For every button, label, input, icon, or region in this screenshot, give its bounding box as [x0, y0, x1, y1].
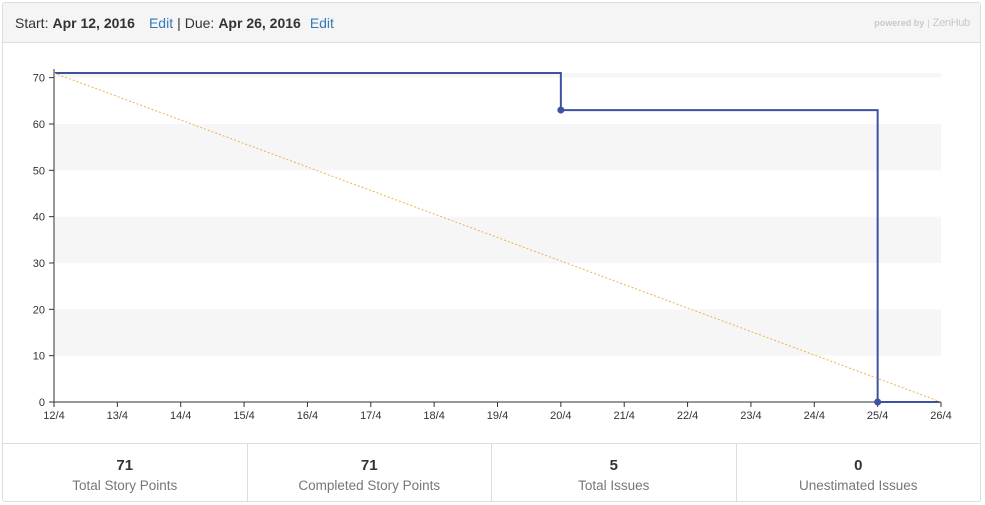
stat-completed-story-points: 71 Completed Story Points — [248, 444, 492, 501]
x-tick-label: 23/4 — [740, 410, 761, 422]
grid-band — [54, 309, 941, 356]
stat-value: 0 — [854, 457, 863, 474]
zenhub-logo: ZenHub — [932, 16, 971, 29]
sprint-header: Start: Apr 12, 2016 Edit | Due: Apr 26, … — [3, 3, 980, 43]
x-tick-label: 18/4 — [423, 410, 444, 422]
powered-by-text: powered by — [874, 17, 925, 28]
grid-band — [54, 123, 941, 171]
x-tick-label: 26/4 — [930, 410, 951, 422]
x-tick-label: 19/4 — [487, 410, 508, 422]
x-tick-label: 16/4 — [297, 410, 318, 422]
x-tick-label: 21/4 — [614, 410, 635, 422]
stat-value: 71 — [116, 457, 134, 474]
stat-value: 5 — [609, 457, 618, 474]
edit-start-link[interactable]: Edit — [149, 15, 173, 31]
x-tick-label: 15/4 — [233, 410, 254, 422]
burndown-panel: Start: Apr 12, 2016 Edit | Due: Apr 26, … — [2, 2, 981, 502]
x-tick-label: 24/4 — [804, 410, 825, 422]
due-label: Due: — [184, 14, 215, 31]
y-tick-label: 70 — [33, 73, 45, 85]
stat-label: Unestimated Issues — [798, 478, 918, 493]
y-tick-label: 10 — [33, 351, 45, 363]
stat-label: Total Issues — [578, 478, 650, 493]
start-label: Start: — [15, 14, 49, 31]
y-tick-label: 0 — [39, 397, 45, 409]
stat-label: Completed Story Points — [298, 478, 441, 493]
y-tick-label: 20 — [33, 304, 45, 316]
stat-total-issues: 5 Total Issues — [492, 444, 737, 501]
x-tick-label: 14/4 — [170, 410, 191, 422]
powered-pipe: | — [927, 17, 930, 28]
burndown-point-marker — [557, 106, 565, 114]
stat-value: 71 — [360, 457, 378, 474]
start-date: Apr 12, 2016 — [52, 14, 135, 31]
grid-band — [54, 216, 941, 263]
stat-total-story-points: 71 Total Story Points — [3, 444, 248, 501]
burndown-chart-svg: 0 10 20 30 40 50 60 70 12/4 13/4 14/4 15/4 16/4 17/4 1… — [33, 69, 952, 422]
due-date: Apr 26, 2016 — [218, 14, 301, 31]
y-tick-label: 30 — [33, 258, 45, 270]
x-tick-label: 17/4 — [360, 410, 381, 422]
edit-due-link[interactable]: Edit — [310, 15, 334, 31]
x-tick-label: 13/4 — [107, 410, 128, 422]
burndown-point-marker — [874, 398, 882, 406]
powered-by: powered by | ZenHub — [874, 17, 970, 29]
y-tick-label: 50 — [33, 165, 45, 177]
stat-label: Total Story Points — [72, 478, 178, 493]
x-tick-label: 25/4 — [867, 410, 888, 422]
stat-unestimated-issues: 0 Unestimated Issues — [737, 444, 981, 501]
x-tick-label: 12/4 — [43, 410, 64, 422]
burndown-chart: 0 10 20 30 40 50 60 70 12/4 13/4 14/4 15/4 16/4 17/4 1… — [3, 43, 980, 443]
x-tick-label: 22/4 — [677, 410, 698, 422]
y-tick-label: 60 — [33, 119, 45, 131]
stats-bar: 71 Total Story Points 71 Completed Story… — [3, 443, 981, 501]
header-separator: | — [177, 14, 181, 31]
y-tick-label: 40 — [33, 212, 45, 224]
x-tick-label: 20/4 — [550, 410, 571, 422]
